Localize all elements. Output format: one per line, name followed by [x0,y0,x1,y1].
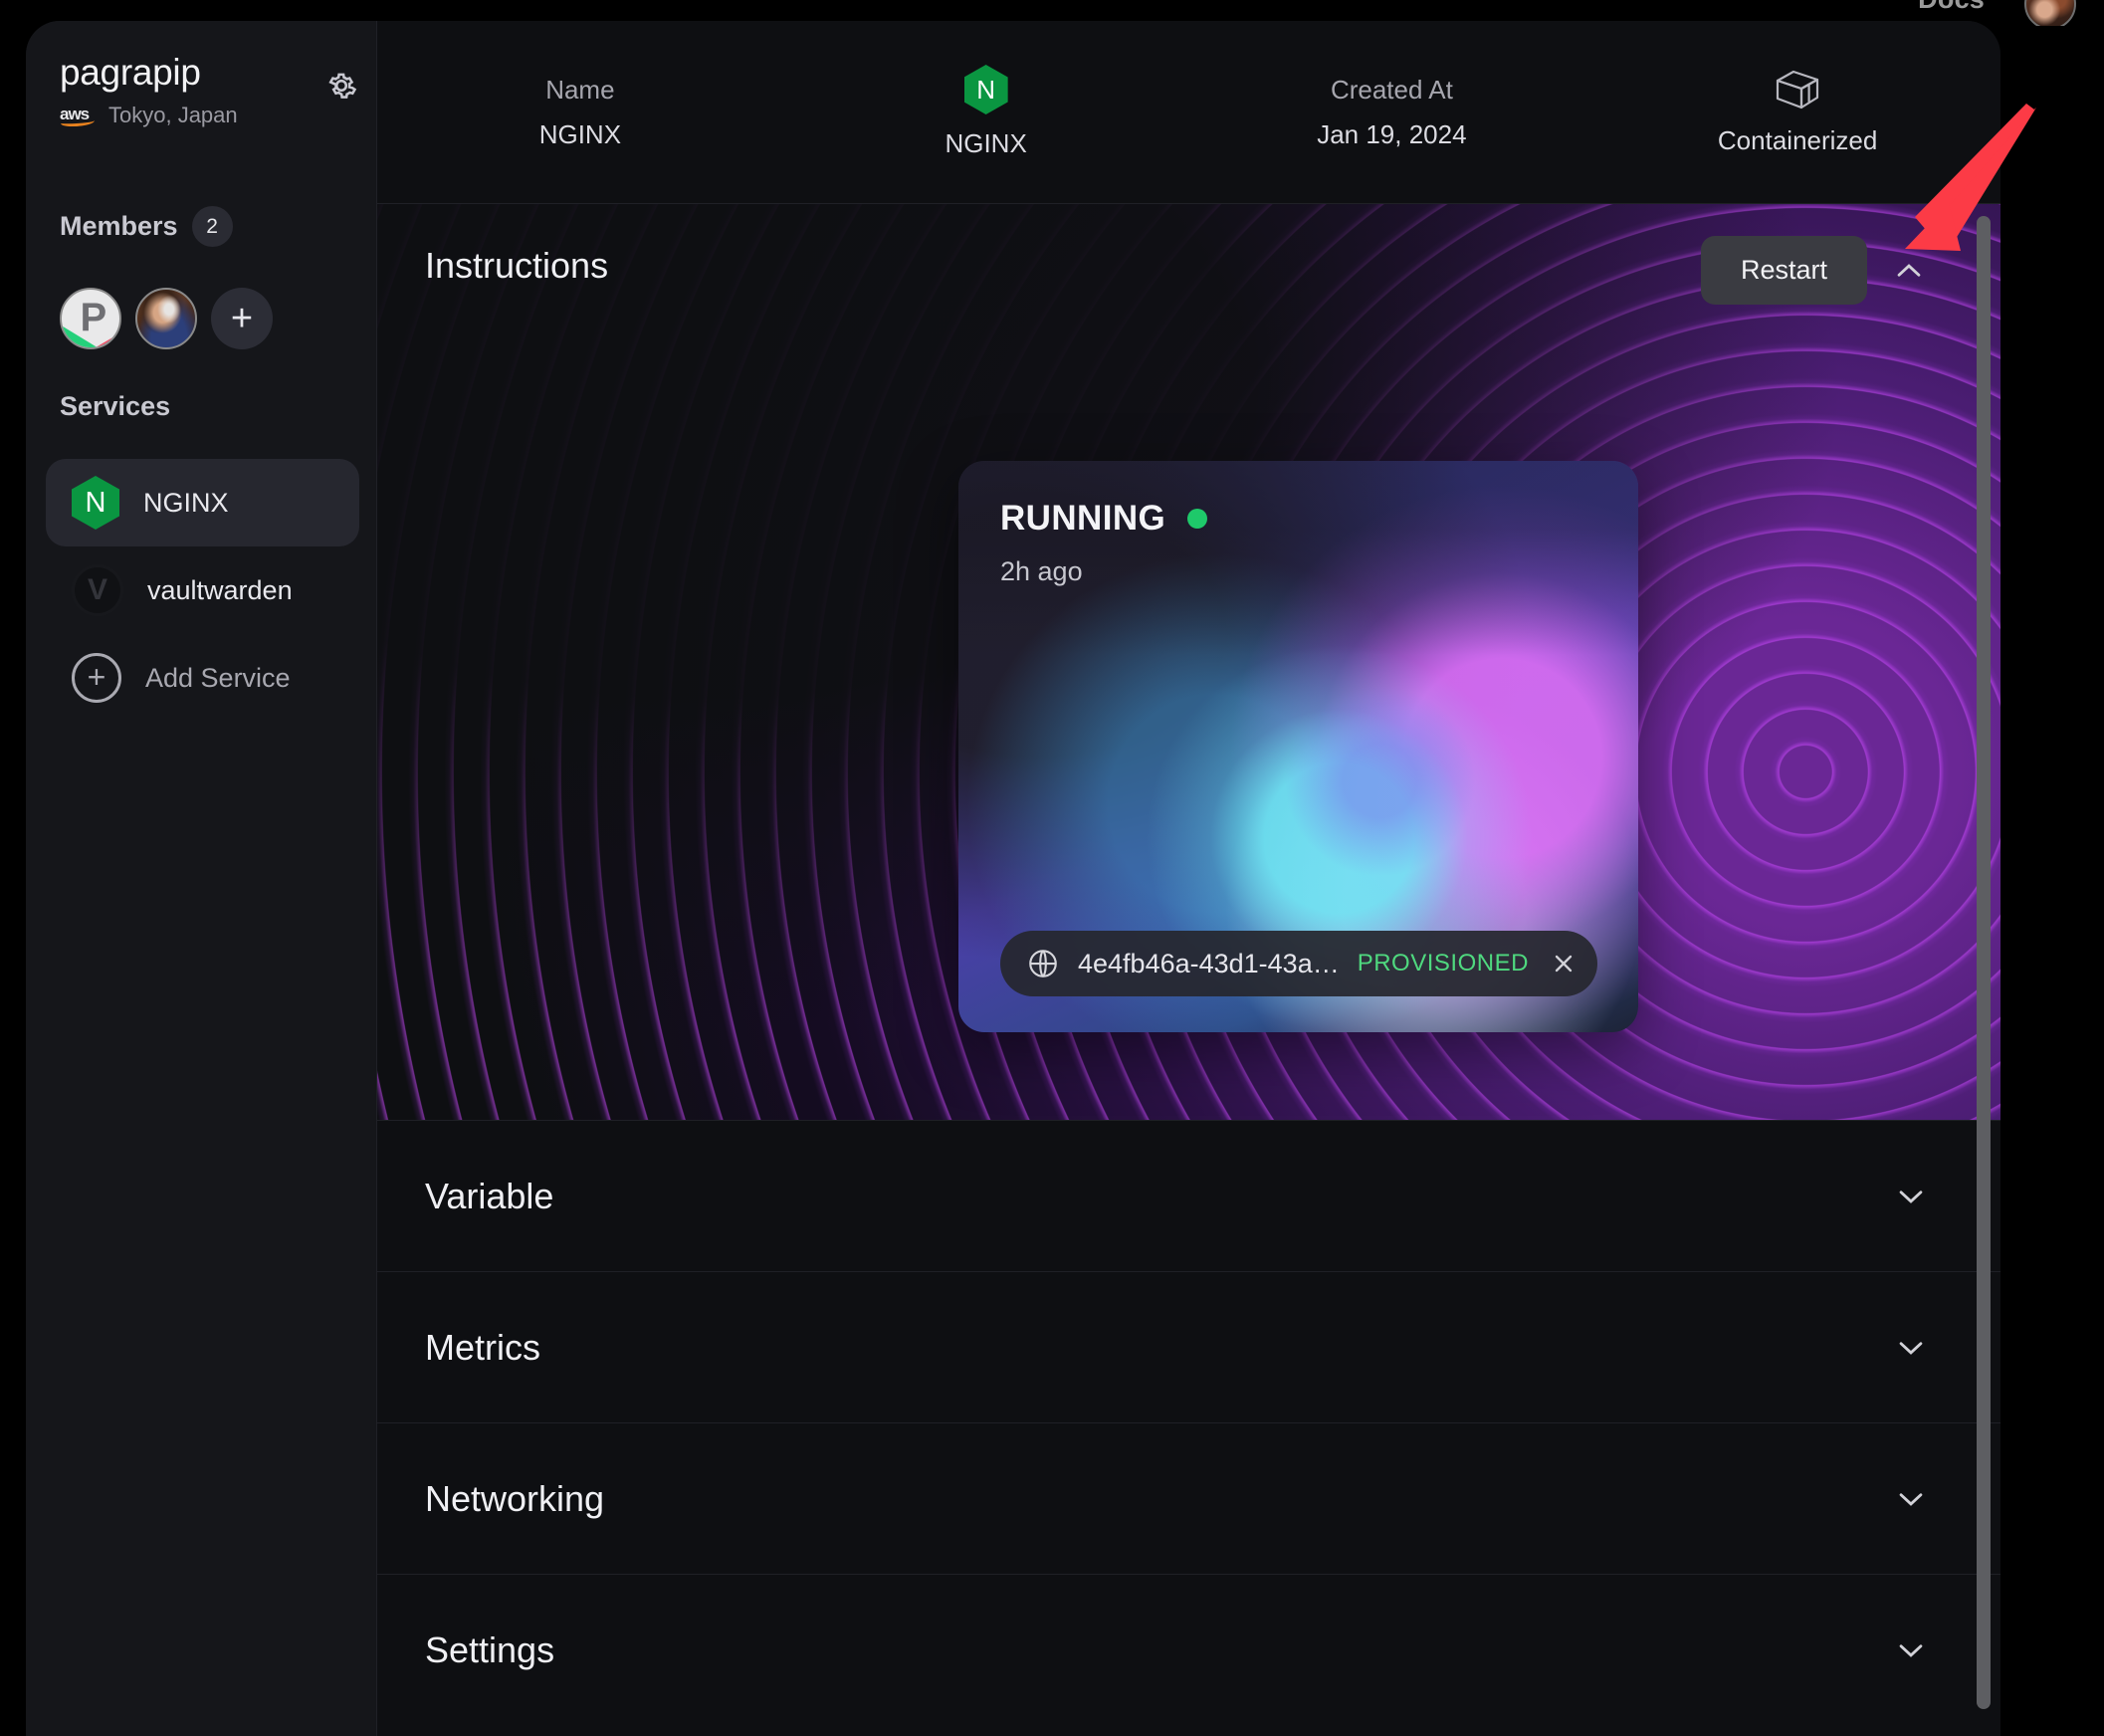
summary-cell-created: Created At Jan 19, 2024 [1189,75,1595,150]
accordion-title: Networking [425,1477,605,1519]
chevron-down-icon[interactable] [1889,1326,1933,1370]
chevron-up-icon[interactable] [1885,247,1933,295]
provision-status: PROVISIONED [1357,950,1529,976]
aws-logo-icon: aws [60,105,98,127]
add-service-button[interactable]: + Add Service [46,634,359,722]
status-dot-icon [1187,509,1208,529]
member-avatar[interactable]: P [60,288,121,349]
plus-circle-icon: + [72,653,121,703]
instructions-actions: Restart [1700,236,1933,305]
restart-button[interactable]: Restart [1700,236,1867,305]
close-icon[interactable] [1547,947,1580,980]
nginx-hexagon-icon: N [72,476,119,530]
members-avatar-list: P + [60,288,273,349]
chevron-down-icon[interactable] [1889,1175,1933,1218]
globe-icon [1026,947,1060,980]
accordion-row-variable[interactable]: Variable [377,1120,2000,1271]
summary-value: Jan 19, 2024 [1317,118,1467,149]
nginx-hexagon-icon: N [963,65,1008,114]
summary-value: Containerized [1717,125,1878,155]
services-list: N NGINX V vaultwarden + Add Service [46,459,359,722]
chevron-down-icon[interactable] [1889,1477,1933,1521]
docs-link[interactable]: Docs [1918,0,1985,15]
scrollbar-thumb[interactable] [1977,216,1991,1709]
deployment-domain-chip[interactable]: 4e4fb46a-43d1-43a… PROVISIONED [1000,931,1597,996]
main-content: Name NGINX N NGINX Created At Jan 19, 20… [377,21,2000,1736]
page-title: Instructions [425,245,609,286]
accordion-row-metrics[interactable]: Metrics [377,1271,2000,1422]
vaultwarden-shield-icon: V [72,564,123,616]
accordion-title: Variable [425,1175,554,1216]
summary-cell-name: Name NGINX [377,75,783,150]
plus-icon: + [230,298,254,339]
summary-caption: Name [545,74,615,105]
members-label: Members [60,211,178,241]
status-row: RUNNING [1000,499,1208,539]
chevron-down-icon[interactable] [1889,1628,1933,1672]
container-box-icon [1772,68,1823,111]
summary-cell-icon: N NGINX [783,65,1189,159]
sidebar-item-vaultwarden[interactable]: V vaultwarden [46,546,359,634]
accordion-title: Settings [425,1628,555,1670]
add-service-label: Add Service [145,662,291,693]
deployment-id: 4e4fb46a-43d1-43a… [1078,948,1340,978]
sidebar-item-label: NGINX [143,487,229,518]
instructions-panel: Instructions Restart RUNNING 2h ago 4e4f… [377,204,2000,1120]
add-member-button[interactable]: + [211,288,273,349]
summary-value: NGINX [538,118,622,149]
org-region-label: Tokyo, Japan [108,103,238,127]
status-badge: RUNNING [1000,499,1166,538]
status-timestamp: 2h ago [1000,556,1083,586]
org-header: pagrapip aws Tokyo, Japan [60,52,348,128]
app-shell: pagrapip aws Tokyo, Japan Members 2 P + … [26,21,2000,1736]
services-section-label: Services [60,391,171,421]
gear-icon[interactable] [320,65,362,107]
summary-value: NGINX [945,128,1027,158]
vertical-scrollbar[interactable] [1967,21,2000,1736]
deployment-status-card[interactable]: RUNNING 2h ago 4e4fb46a-43d1-43a… PROVIS… [958,461,1638,1032]
members-header: Members 2 [60,206,233,247]
summary-caption: Created At [1330,74,1453,105]
member-avatar[interactable] [135,288,197,349]
accordion-title: Metrics [425,1326,540,1368]
sidebar-item-label: vaultwarden [147,574,293,605]
accordion-row-settings[interactable]: Settings [377,1574,2000,1725]
org-region-row: aws Tokyo, Japan [60,103,348,128]
accordion-row-networking[interactable]: Networking [377,1422,2000,1574]
screenshot-root: Docs pagrapip aws Tokyo, Japan [0,0,2104,1736]
account-avatar[interactable] [2024,0,2076,26]
members-count-badge: 2 [191,206,233,247]
status-card-header: RUNNING 2h ago [1000,499,1208,587]
summary-cell-type: Containerized [1594,68,2000,156]
sidebar-item-nginx[interactable]: N NGINX [46,459,359,546]
service-summary-bar: Name NGINX N NGINX Created At Jan 19, 20… [377,21,2000,204]
org-name: pagrapip [60,52,201,93]
sidebar: pagrapip aws Tokyo, Japan Members 2 P + … [26,21,377,1736]
